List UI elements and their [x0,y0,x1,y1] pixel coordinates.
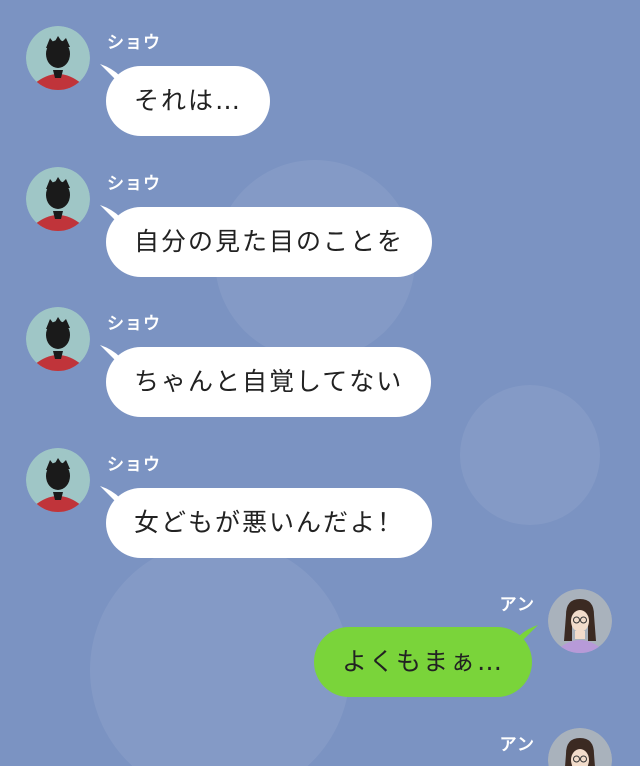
sender-name: ショウ [107,314,161,334]
background-bokeh [90,540,350,766]
background-bokeh [460,385,600,525]
man-avatar-icon[interactable] [26,167,90,231]
sender-name: ショウ [107,33,161,53]
sender-name: アン [499,595,535,615]
sender-name: ショウ [107,174,161,194]
message-bubble[interactable]: ちゃんと自覚してない [106,347,432,417]
man-avatar-icon[interactable] [26,307,90,371]
woman-avatar-icon[interactable] [548,589,612,653]
man-avatar-icon[interactable] [26,26,90,90]
message-bubble[interactable]: 自分の見た目のことを [106,207,433,277]
sender-name: アン [499,735,535,755]
message-bubble[interactable]: それは… [106,66,271,136]
man-avatar-icon[interactable] [26,448,90,512]
message-bubble[interactable]: よくもまぁ… [313,627,532,697]
message-bubble[interactable]: 女どもが悪いんだよ！ [106,488,433,558]
sender-name: ショウ [107,455,161,475]
woman-avatar-icon[interactable] [548,728,612,766]
